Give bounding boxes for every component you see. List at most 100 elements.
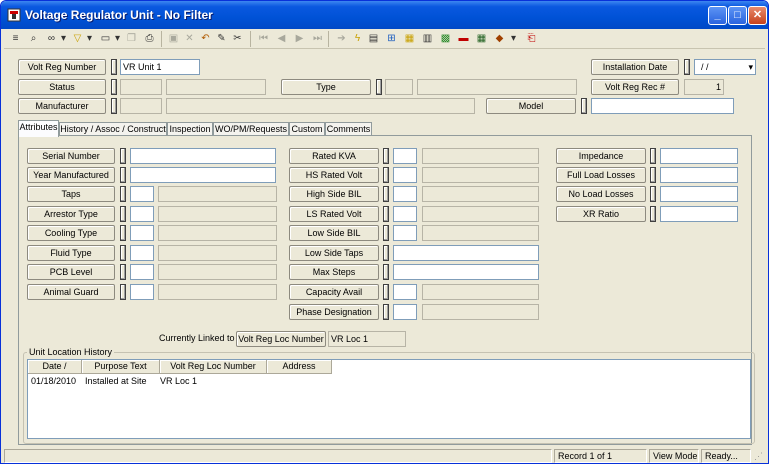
status-code-field[interactable] <box>120 79 162 95</box>
column-header-purpose-text[interactable]: Purpose Text <box>82 360 160 374</box>
volt-reg-loc-number-button[interactable]: Volt Reg Loc Number <box>236 331 326 347</box>
phase-designation-code-field[interactable] <box>393 304 417 320</box>
list-icon[interactable]: ≡ <box>8 31 23 46</box>
edit-icon[interactable]: ✎ <box>214 31 229 46</box>
next-record-icon[interactable]: ▶ <box>292 31 307 46</box>
prev-record-icon[interactable]: ◀ <box>274 31 289 46</box>
animal-guard-button[interactable]: Animal Guard <box>27 284 115 300</box>
cooling-type-code-field[interactable] <box>130 225 154 241</box>
column-header-address[interactable]: Address <box>267 360 332 374</box>
volt-reg-rec-button[interactable]: Volt Reg Rec # <box>591 79 679 95</box>
low-side-taps-button[interactable]: Low Side Taps <box>289 245 379 261</box>
model-field[interactable] <box>591 98 734 114</box>
manufacturer-code-field[interactable] <box>120 98 162 114</box>
tab-attributes[interactable]: Attributes <box>18 120 59 137</box>
find-icon[interactable]: ⌕ <box>26 31 41 46</box>
tab-inspection[interactable]: Inspection <box>167 122 213 136</box>
column-header-date[interactable]: Date / <box>28 360 82 374</box>
report-icon[interactable]: ▤ <box>366 31 381 46</box>
low-side-bil-button[interactable]: Low Side BIL <box>289 225 379 241</box>
column-header-volt-reg-loc-number[interactable]: Volt Reg Loc Number <box>160 360 267 374</box>
save-icon[interactable]: ▣ <box>166 31 181 46</box>
lightning-icon[interactable]: ϟ <box>350 31 365 46</box>
impedance-field[interactable] <box>660 148 738 164</box>
full-load-losses-button[interactable]: Full Load Losses <box>556 167 646 183</box>
no-load-losses-button[interactable]: No Load Losses <box>556 186 646 202</box>
rated-kva-code-field[interactable] <box>393 148 417 164</box>
capacity-avail-button[interactable]: Capacity Avail <box>289 284 379 300</box>
rated-kva-button[interactable]: Rated KVA <box>289 148 379 164</box>
high-side-bil-button[interactable]: High Side BIL <box>289 186 379 202</box>
status-button[interactable]: Status <box>18 79 106 95</box>
undo-icon[interactable]: ↶ <box>198 31 213 46</box>
high-side-bil-code-field[interactable] <box>393 186 417 202</box>
arrestor-type-code-field[interactable] <box>130 206 154 222</box>
tab-wo-pm-requests[interactable]: WO/PM/Requests <box>213 122 289 136</box>
eraser-icon[interactable]: ▬ <box>456 31 471 46</box>
tab-custom[interactable]: Custom <box>289 122 325 136</box>
arrestor-type-button[interactable]: Arrestor Type <box>27 206 115 222</box>
low-side-bil-code-field[interactable] <box>393 225 417 241</box>
pcb-level-button[interactable]: PCB Level <box>27 264 115 280</box>
last-record-icon[interactable]: ⏭ <box>310 31 325 46</box>
hs-rated-volt-code-field[interactable] <box>393 167 417 183</box>
cooling-type-button[interactable]: Cooling Type <box>27 225 115 241</box>
model-button[interactable]: Model <box>486 98 576 114</box>
chevron-down-icon[interactable]: ▾ <box>506 31 521 46</box>
low-side-taps-field[interactable] <box>393 245 539 261</box>
ls-rated-volt-button[interactable]: LS Rated Volt <box>289 206 379 222</box>
book-icon[interactable]: ◆ <box>492 31 507 46</box>
impedance-button[interactable]: Impedance <box>556 148 646 164</box>
phase-designation-button[interactable]: Phase Designation <box>289 304 379 320</box>
taps-button[interactable]: Taps <box>27 186 115 202</box>
manufacturer-button[interactable]: Manufacturer <box>18 98 106 114</box>
xr-ratio-field[interactable] <box>660 206 738 222</box>
year-manufactured-field[interactable] <box>130 167 276 183</box>
chevron-down-icon[interactable]: ▾ <box>56 31 71 46</box>
tab-comments[interactable]: Comments <box>325 122 372 136</box>
no-load-losses-field[interactable] <box>660 186 738 202</box>
chevron-down-icon[interactable]: ▾ <box>110 31 125 46</box>
serial-number-button[interactable]: Serial Number <box>27 148 115 164</box>
first-record-icon[interactable]: ⏮ <box>256 31 271 46</box>
minimize-button[interactable]: _ <box>708 6 727 25</box>
capacity-avail-code-field[interactable] <box>393 284 417 300</box>
year-manufactured-button[interactable]: Year Manufactured <box>27 167 115 183</box>
fluid-type-code-field[interactable] <box>130 245 154 261</box>
chevron-down-icon[interactable]: ▾ <box>748 60 753 74</box>
fluid-type-button[interactable]: Fluid Type <box>27 245 115 261</box>
animal-guard-code-field[interactable] <box>130 284 154 300</box>
type-button[interactable]: Type <box>281 79 371 95</box>
installation-date-button[interactable]: Installation Date <box>591 59 679 75</box>
volt-reg-number-field[interactable]: VR Unit 1 <box>120 59 200 75</box>
type-code-field[interactable] <box>385 79 413 95</box>
chevron-down-icon[interactable]: ▾ <box>82 31 97 46</box>
max-steps-field[interactable] <box>393 264 539 280</box>
map-icon[interactable]: ▩ <box>438 31 453 46</box>
arrow-icon[interactable]: ➔ <box>334 31 349 46</box>
hs-rated-volt-button[interactable]: HS Rated Volt <box>289 167 379 183</box>
exit-icon[interactable]: ⎗ <box>524 31 539 46</box>
maximize-button[interactable]: □ <box>728 6 747 25</box>
calendar-icon[interactable]: ▥ <box>420 31 435 46</box>
serial-number-field[interactable] <box>130 148 276 164</box>
spreadsheet-icon[interactable]: ▦ <box>474 31 489 46</box>
installation-date-field[interactable]: / / ▾ <box>694 59 756 75</box>
cut-icon[interactable]: ✂ <box>230 31 245 46</box>
print-preview-icon[interactable]: ⎙ <box>142 31 157 46</box>
pcb-level-code-field[interactable] <box>130 264 154 280</box>
volt-reg-number-button[interactable]: Volt Reg Number <box>18 59 106 75</box>
delete-icon[interactable]: ✕ <box>182 31 197 46</box>
tree-icon[interactable]: ⊞ <box>384 31 399 46</box>
ls-rated-volt-code-field[interactable] <box>393 206 417 222</box>
field-marker <box>120 148 126 164</box>
copy-icon[interactable]: ❐ <box>124 31 139 46</box>
full-load-losses-field[interactable] <box>660 167 738 183</box>
resize-grip-icon[interactable]: ⋰ <box>754 451 763 462</box>
tab-history[interactable]: History / Assoc / Construct <box>59 122 167 136</box>
taps-code-field[interactable] <box>130 186 154 202</box>
chart-icon[interactable]: ▦ <box>402 31 417 46</box>
max-steps-button[interactable]: Max Steps <box>289 264 379 280</box>
xr-ratio-button[interactable]: XR Ratio <box>556 206 646 222</box>
close-button[interactable]: ✕ <box>748 6 767 25</box>
